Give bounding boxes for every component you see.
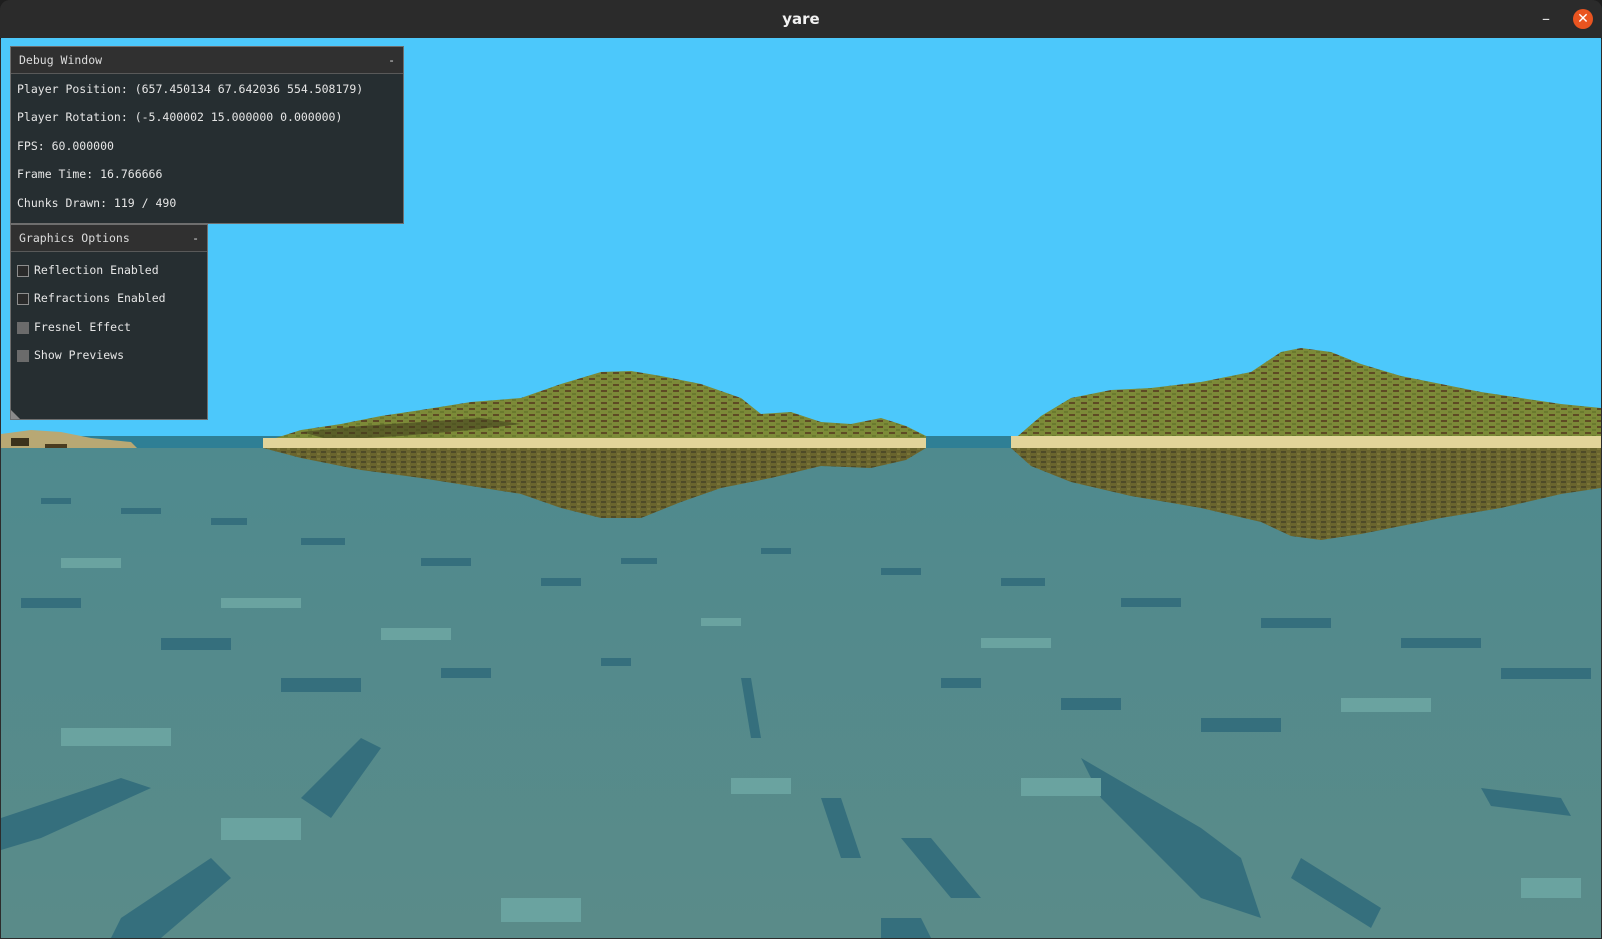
debug-window-collapse-button[interactable]: -: [388, 53, 395, 67]
refractions-enabled-label: Refractions Enabled: [34, 291, 166, 305]
graphics-options-collapse-button[interactable]: -: [192, 231, 199, 245]
refractions-enabled-box[interactable]: [17, 293, 29, 305]
fresnel-effect-label: Fresnel Effect: [34, 320, 131, 334]
player-rotation-text: Player Rotation: (-5.400002 15.000000 0.…: [17, 110, 343, 124]
fps-text: FPS: 60.000000: [17, 139, 114, 153]
graphics-options-titlebar[interactable]: Graphics Options -: [11, 225, 207, 252]
window-title: yare: [782, 10, 820, 28]
app-window: yare – ✕ Debug Window - Player Position:…: [0, 0, 1602, 939]
chunks-drawn-text: Chunks Drawn: 119 / 490: [17, 196, 177, 210]
debug-window-titlebar[interactable]: Debug Window -: [11, 47, 403, 74]
graphics-options-title: Graphics Options: [19, 231, 130, 245]
player-position-text: Player Position: (657.450134 67.642036 5…: [17, 82, 364, 96]
game-viewport[interactable]: Debug Window - Player Position: (657.450…: [1, 38, 1601, 938]
reflection-enabled-box[interactable]: [17, 265, 29, 277]
frame-time-text: Frame Time: 16.766666: [17, 167, 163, 181]
show-previews-box[interactable]: [17, 350, 29, 362]
graphics-options-window[interactable]: Graphics Options - Reflection Enabled Re…: [10, 224, 208, 420]
fresnel-effect-box[interactable]: [17, 322, 29, 334]
close-button[interactable]: ✕: [1573, 9, 1593, 29]
title-bar[interactable]: yare – ✕: [0, 0, 1602, 39]
minimize-button[interactable]: –: [1536, 9, 1556, 29]
resize-grip[interactable]: [11, 410, 20, 419]
debug-window[interactable]: Debug Window - Player Position: (657.450…: [10, 46, 404, 224]
debug-window-title: Debug Window: [19, 53, 103, 67]
show-previews-label: Show Previews: [34, 348, 125, 362]
reflection-enabled-label: Reflection Enabled: [34, 263, 159, 277]
